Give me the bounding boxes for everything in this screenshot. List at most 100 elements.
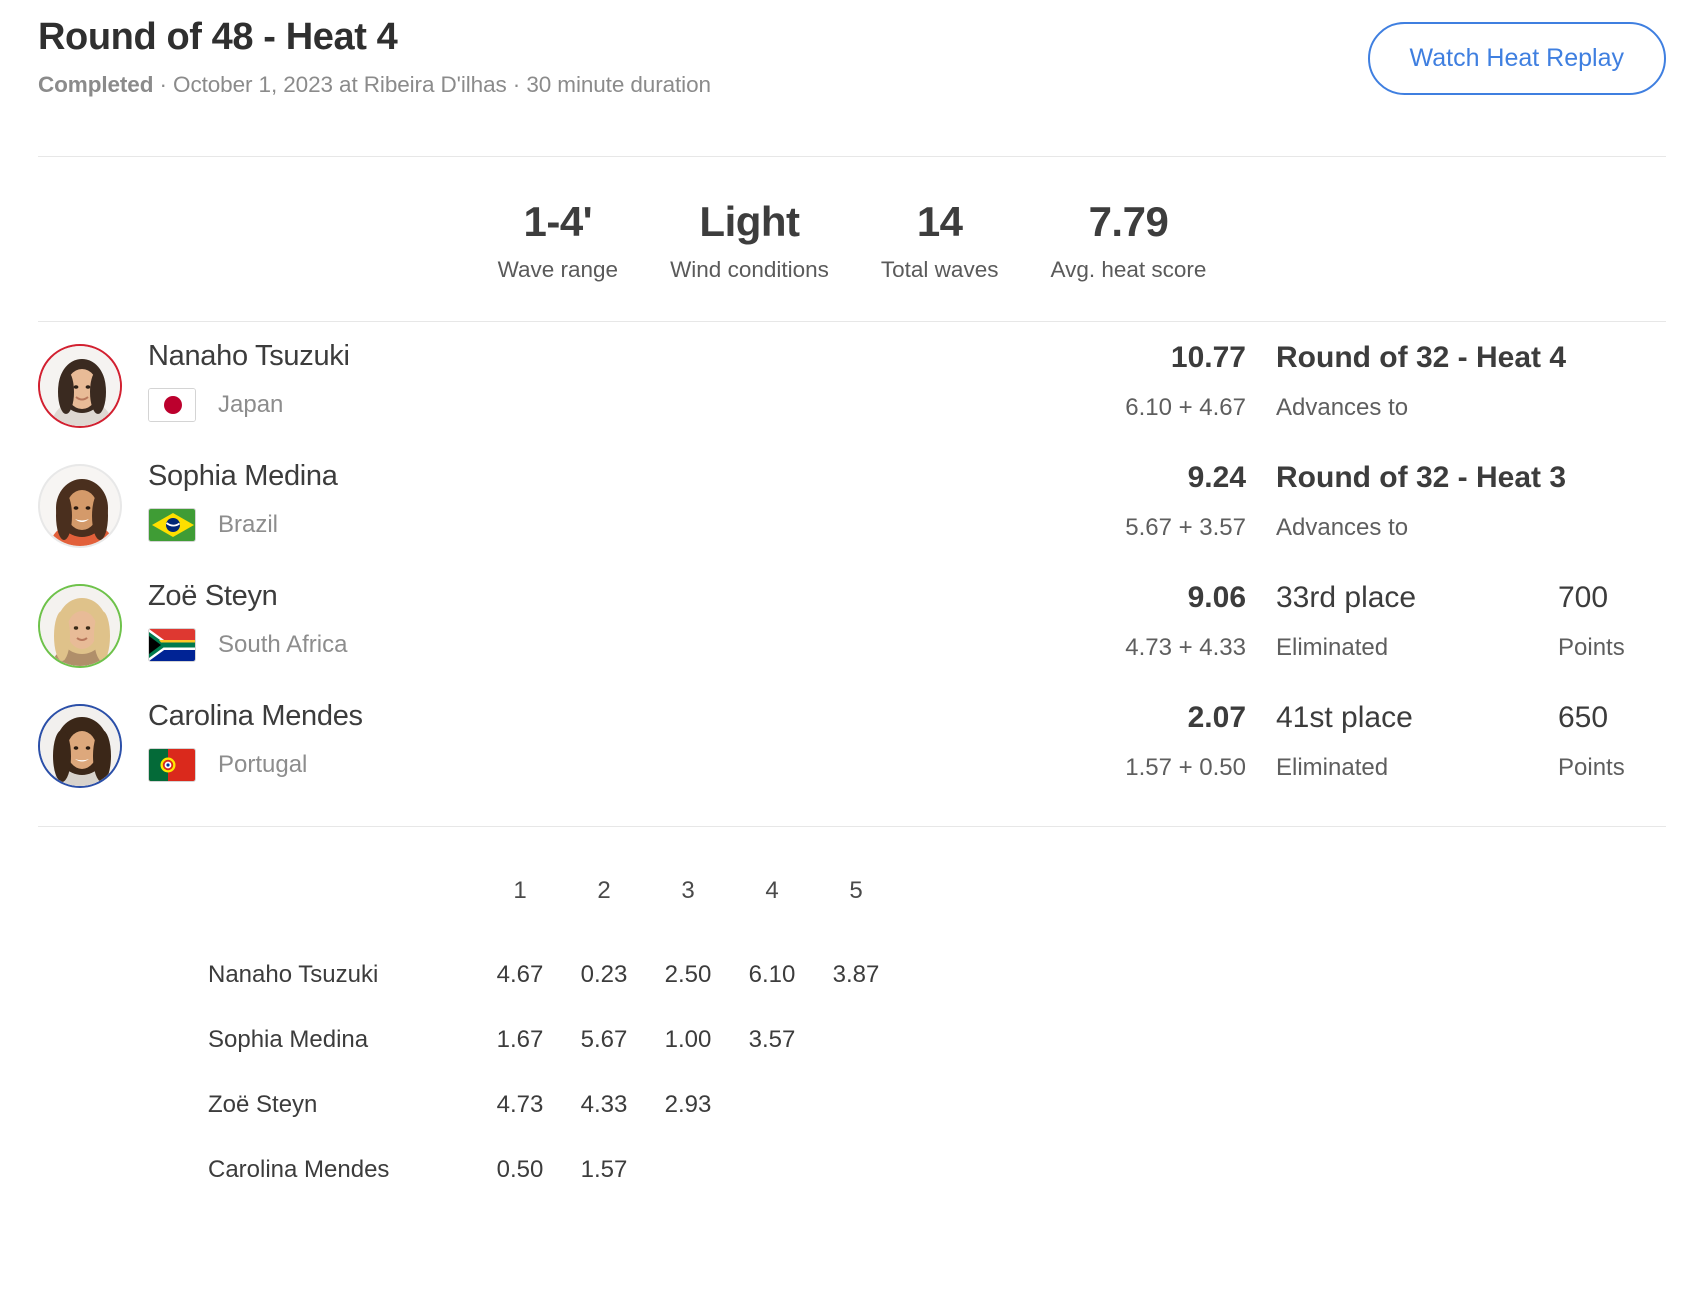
heat-header-text: Round of 48 - Heat 4 Completed · October…	[38, 14, 711, 98]
heat-score-breakdown: 5.67 + 3.57	[1125, 513, 1246, 541]
wave-column-header: 3	[681, 876, 695, 904]
athlete-name: Zoë Steyn	[148, 579, 278, 612]
wave-score: 1.57	[580, 1156, 628, 1184]
athlete-points: 650 Points	[1536, 696, 1666, 782]
heat-meta-detail: · October 1, 2023 at Ribeira D'ilhas · 3…	[153, 71, 712, 97]
athlete-result: 41st place Eliminated	[1246, 696, 1536, 782]
athlete-name: Carolina Mendes	[148, 699, 363, 732]
wave-score: 4.33	[580, 1091, 628, 1119]
athlete-list: Nanaho Tsuzuki Japan 10.77 6.10 + 4.67 R…	[0, 322, 1704, 826]
wave-score-empty	[814, 1008, 898, 1073]
athlete-info: Zoë Steyn South Africa	[148, 576, 1056, 663]
stat-label: Wave range	[497, 256, 619, 282]
stat-label: Total waves	[880, 256, 999, 282]
result-destination[interactable]: Round of 32 - Heat 4	[1276, 340, 1566, 376]
athlete-nationality: Portugal	[148, 748, 1056, 783]
wave-scores-section: 1 2 3 4 5 Nanaho Tsuzuki 4.67 0.23 2.50 …	[0, 827, 1704, 1203]
flag-icon-south-africa	[148, 628, 196, 663]
avatar	[38, 703, 122, 788]
watch-heat-replay-button[interactable]: Watch Heat Replay	[1367, 22, 1666, 95]
result-status: Eliminated	[1276, 753, 1389, 781]
athlete-nationality: South Africa	[148, 628, 1056, 663]
heat-status: Completed	[38, 71, 154, 97]
stat-wave-range: 1-4' Wave range	[472, 197, 644, 283]
wave-column-header: 5	[849, 876, 863, 904]
avatar	[38, 463, 122, 548]
wave-column-header: 1	[513, 876, 527, 904]
athlete-row[interactable]: Carolina Mendes Portugal 2.07 1.57 + 0.5…	[38, 696, 1666, 816]
wave-score: 0.23	[580, 961, 628, 989]
athlete-nationality: Japan	[148, 388, 1056, 423]
heat-header: Round of 48 - Heat 4 Completed · October…	[0, 0, 1704, 98]
nationality-label: Japan	[218, 391, 284, 419]
result-placement: 33rd place	[1276, 580, 1417, 614]
wave-score-empty	[646, 1138, 730, 1203]
athlete-points	[1536, 456, 1666, 478]
result-destination[interactable]: Round of 32 - Heat 3	[1276, 460, 1566, 496]
athlete-nationality: Brazil	[148, 508, 1056, 543]
avatar-photo	[40, 705, 120, 786]
stat-value: 7.79	[1088, 197, 1169, 245]
wave-score: 3.87	[832, 961, 880, 989]
wave-score: 5.67	[580, 1026, 628, 1054]
result-status: Advances to	[1276, 393, 1409, 421]
heat-score-breakdown: 1.57 + 0.50	[1125, 753, 1246, 781]
result-status: Eliminated	[1276, 633, 1389, 661]
wave-scores-table: 1 2 3 4 5 Nanaho Tsuzuki 4.67 0.23 2.50 …	[208, 877, 898, 1203]
wave-table-name-header	[208, 877, 478, 943]
athlete-info: Nanaho Tsuzuki Japan	[148, 336, 1056, 423]
wave-score-empty	[730, 1073, 814, 1138]
points-value: 700	[1558, 580, 1609, 614]
table-row: Nanaho Tsuzuki 4.67 0.23 2.50 6.10 3.87	[208, 943, 898, 1008]
athlete-score: 10.77 6.10 + 4.67	[1056, 336, 1246, 422]
athlete-info: Carolina Mendes Portugal	[148, 696, 1056, 783]
result-placement: 41st place	[1276, 700, 1413, 734]
athlete-score: 9.24 5.67 + 3.57	[1056, 456, 1246, 542]
athlete-result: Round of 32 - Heat 3 Advances to	[1246, 456, 1566, 542]
nationality-label: South Africa	[218, 631, 348, 659]
athlete-row[interactable]: Sophia Medina Brazil 9.24 5.67 + 3.57 Ro…	[38, 456, 1666, 576]
stat-label: Avg. heat score	[1050, 256, 1207, 282]
athlete-name: Sophia Medina	[148, 459, 338, 492]
stat-label: Wind conditions	[670, 256, 829, 282]
wave-table-header-row: 1 2 3 4 5	[208, 877, 898, 943]
avatar-photo	[40, 585, 120, 666]
wave-row-athlete-name: Sophia Medina	[208, 1026, 369, 1054]
nationality-label: Portugal	[218, 751, 308, 779]
table-row: Sophia Medina 1.67 5.67 1.00 3.57	[208, 1008, 898, 1073]
heat-result-page: Round of 48 - Heat 4 Completed · October…	[0, 0, 1704, 1308]
wave-score-empty	[814, 1073, 898, 1138]
stat-total-waves: 14 Total waves	[855, 198, 1025, 283]
athlete-score: 2.07 1.57 + 0.50	[1056, 696, 1246, 782]
flag-icon-brazil	[148, 508, 196, 543]
heat-score-breakdown: 6.10 + 4.67	[1125, 393, 1246, 421]
athlete-row[interactable]: Nanaho Tsuzuki Japan 10.77 6.10 + 4.67 R…	[38, 336, 1666, 456]
athlete-row[interactable]: Zoë Steyn South Africa 9.06 4.73 + 4.33 …	[38, 576, 1666, 696]
heat-score-breakdown: 4.73 + 4.33	[1125, 633, 1246, 661]
points-label: Points	[1558, 633, 1625, 661]
athlete-result: Round of 32 - Heat 4 Advances to	[1246, 336, 1566, 422]
athlete-name: Nanaho Tsuzuki	[148, 339, 350, 372]
athlete-points	[1536, 336, 1666, 358]
athlete-info: Sophia Medina Brazil	[148, 456, 1056, 543]
stat-value: 1-4'	[523, 197, 593, 245]
wave-row-athlete-name: Zoë Steyn	[208, 1091, 318, 1119]
heat-stats-row: 1-4' Wave range Light Wind conditions 14…	[0, 157, 1704, 321]
athlete-points: 700 Points	[1536, 576, 1666, 662]
avatar-photo	[40, 345, 120, 426]
avatar	[38, 583, 122, 668]
stat-wind-conditions: Light Wind conditions	[644, 198, 855, 283]
points-label: Points	[1558, 753, 1625, 781]
wave-row-athlete-name: Nanaho Tsuzuki	[208, 961, 379, 989]
athlete-result: 33rd place Eliminated	[1246, 576, 1536, 662]
avatar	[38, 343, 122, 428]
wave-score: 0.50	[496, 1156, 544, 1184]
wave-column-header: 4	[765, 876, 779, 904]
table-row: Carolina Mendes 0.50 1.57	[208, 1138, 898, 1203]
heat-total-score: 2.07	[1187, 700, 1246, 734]
wave-column-header: 2	[597, 876, 611, 904]
wave-score: 3.57	[748, 1026, 796, 1054]
athlete-score: 9.06 4.73 + 4.33	[1056, 576, 1246, 662]
stat-avg-heat-score: 7.79 Avg. heat score	[1024, 197, 1232, 283]
wave-score: 2.50	[664, 961, 712, 989]
